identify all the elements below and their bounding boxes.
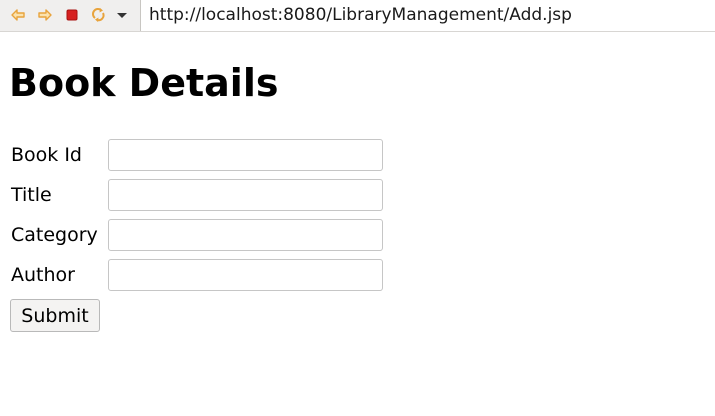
- category-input[interactable]: [108, 219, 383, 251]
- book-id-input[interactable]: [108, 139, 383, 171]
- forward-arrow-icon[interactable]: [36, 6, 54, 24]
- category-label: Category: [11, 224, 98, 246]
- title-row: Title: [0, 179, 400, 211]
- submit-button[interactable]: Submit: [10, 299, 100, 332]
- category-row: Category: [0, 219, 400, 251]
- book-id-label: Book Id: [11, 144, 82, 166]
- author-label: Author: [11, 264, 75, 286]
- dropdown-arrow-icon[interactable]: [113, 6, 131, 24]
- stop-icon[interactable]: [63, 6, 81, 24]
- title-label: Title: [11, 184, 52, 206]
- author-input[interactable]: [108, 259, 383, 291]
- address-bar[interactable]: http://localhost:8080/LibraryManagement/…: [140, 0, 715, 31]
- title-input[interactable]: [108, 179, 383, 211]
- page-title: Book Details: [9, 61, 279, 105]
- refresh-icon[interactable]: [90, 6, 108, 24]
- address-url[interactable]: http://localhost:8080/LibraryManagement/…: [149, 5, 572, 25]
- book-id-row: Book Id: [0, 139, 400, 171]
- author-row: Author: [0, 259, 400, 291]
- browser-toolbar: http://localhost:8080/LibraryManagement/…: [0, 0, 715, 32]
- back-arrow-icon[interactable]: [9, 6, 27, 24]
